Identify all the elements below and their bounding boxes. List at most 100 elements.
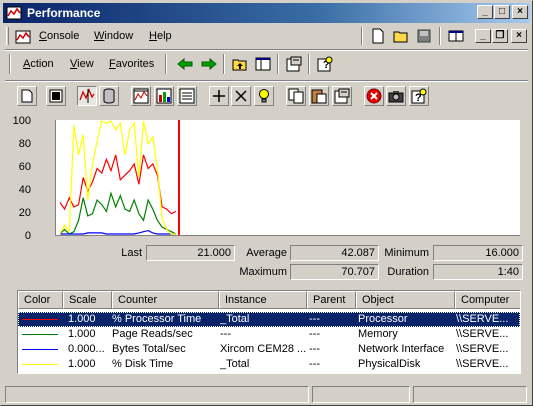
new-counter-set-icon bbox=[21, 89, 33, 103]
highlight-button[interactable] bbox=[254, 86, 274, 106]
monitor-help-button[interactable]: ? bbox=[409, 86, 429, 106]
view-histogram-button[interactable] bbox=[154, 86, 174, 106]
instance-cell: --- bbox=[220, 328, 231, 340]
header-object[interactable]: Object bbox=[356, 291, 455, 309]
action-separator bbox=[165, 54, 167, 74]
forward-button[interactable] bbox=[199, 54, 219, 74]
instance-cell: _Total bbox=[220, 313, 250, 325]
object-cell: Processor bbox=[358, 313, 408, 325]
action-divider bbox=[5, 80, 528, 82]
minimum-value: 16.000 bbox=[433, 245, 523, 261]
y-tick-0: 0 bbox=[24, 230, 31, 242]
maximum-value: 70.707 bbox=[290, 264, 379, 280]
legend-row-disk[interactable]: 1.000 % Disk Time _Total --- PhysicalDis… bbox=[18, 357, 520, 372]
save-console-button[interactable] bbox=[414, 26, 434, 46]
new-window-button[interactable] bbox=[446, 26, 466, 46]
counter-cell: % Disk Time bbox=[112, 358, 174, 370]
new-console-button[interactable] bbox=[368, 26, 388, 46]
legend-row-processor[interactable]: 1.000 % Processor Time _Total --- Proces… bbox=[18, 312, 520, 327]
color-swatch bbox=[22, 349, 58, 350]
computer-cell: \\SERVE... bbox=[456, 313, 509, 325]
last-label: Last bbox=[121, 247, 142, 259]
delete-x-icon bbox=[235, 90, 247, 102]
open-console-button[interactable] bbox=[391, 26, 411, 46]
maximize-button[interactable]: □ bbox=[494, 5, 510, 19]
action-separator-2 bbox=[223, 54, 225, 74]
header-instance[interactable]: Instance bbox=[219, 291, 307, 309]
last-value: 21.000 bbox=[146, 245, 235, 261]
legend-row-memory[interactable]: 1.000 Page Reads/sec --- --- Memory \\SE… bbox=[18, 327, 520, 342]
help-button[interactable]: ? bbox=[315, 54, 335, 74]
menu-help[interactable]: Help bbox=[149, 30, 172, 42]
graph-plot-area bbox=[59, 120, 180, 235]
menu-view[interactable]: View bbox=[70, 58, 94, 70]
mdi-minimize-button[interactable]: _ bbox=[475, 29, 491, 43]
header-color[interactable]: Color bbox=[18, 291, 63, 309]
header-scale[interactable]: Scale bbox=[63, 291, 112, 309]
view-graph-button[interactable] bbox=[131, 86, 151, 106]
paste-counter-list-button[interactable] bbox=[309, 86, 329, 106]
save-disk-icon bbox=[417, 29, 431, 43]
mdi-close-button[interactable]: × bbox=[511, 29, 527, 43]
view-current-activity-button[interactable] bbox=[77, 86, 97, 106]
stop-icon bbox=[366, 88, 382, 104]
average-label: Average bbox=[246, 247, 287, 259]
monitor-properties-button[interactable] bbox=[332, 86, 352, 106]
view-log-data-button[interactable] bbox=[99, 86, 119, 106]
minimize-button[interactable]: _ bbox=[477, 5, 493, 19]
back-button[interactable] bbox=[175, 54, 195, 74]
clear-display-icon bbox=[49, 89, 63, 103]
monitor-properties-icon bbox=[334, 88, 350, 104]
counter-cell: Page Reads/sec bbox=[112, 328, 193, 340]
series-line-1 bbox=[59, 191, 177, 235]
current-activity-icon bbox=[79, 88, 95, 103]
parent-cell: --- bbox=[309, 328, 320, 340]
mdi-restore-button[interactable]: ❐ bbox=[492, 29, 508, 43]
y-tick-80: 80 bbox=[18, 138, 31, 150]
y-tick-60: 60 bbox=[18, 161, 31, 173]
menu-favorites[interactable]: Favorites bbox=[109, 58, 154, 70]
performance-app-icon bbox=[6, 6, 22, 20]
action-separator-3 bbox=[277, 54, 279, 74]
title-bar[interactable]: Performance _ □ × bbox=[3, 3, 530, 23]
computer-cell: \\SERVE... bbox=[456, 328, 509, 340]
histogram-icon bbox=[156, 88, 172, 104]
delete-counter-button[interactable] bbox=[231, 86, 251, 106]
close-button[interactable]: × bbox=[512, 5, 528, 19]
copy-properties-button[interactable] bbox=[286, 86, 306, 106]
action-separator-4 bbox=[308, 54, 310, 74]
freeze-display-button[interactable] bbox=[364, 86, 384, 106]
properties-icon bbox=[286, 56, 302, 72]
properties-button[interactable] bbox=[284, 54, 304, 74]
performance-graph[interactable] bbox=[55, 120, 520, 236]
header-counter[interactable]: Counter bbox=[112, 291, 219, 309]
add-counter-button[interactable] bbox=[209, 86, 229, 106]
menu-console[interactable]: Console bbox=[39, 30, 79, 42]
scale-cell: 1.000 bbox=[68, 358, 96, 370]
clear-display-button[interactable] bbox=[46, 86, 66, 106]
counter-cell: % Processor Time bbox=[112, 313, 202, 325]
show-hide-tree-button[interactable] bbox=[253, 54, 273, 74]
legend-row-network[interactable]: 0.000... Bytes Total/sec Xircom CEM28 ..… bbox=[18, 342, 520, 357]
header-parent[interactable]: Parent bbox=[307, 291, 356, 309]
menu-grip bbox=[6, 27, 9, 45]
help-icon: ? bbox=[411, 88, 427, 104]
window-title: Performance bbox=[27, 6, 101, 20]
parent-cell: --- bbox=[309, 313, 320, 325]
menu-window[interactable]: Window bbox=[94, 30, 133, 42]
status-bar bbox=[3, 384, 530, 404]
new-counter-set-button[interactable] bbox=[17, 86, 37, 106]
up-one-level-button[interactable] bbox=[230, 54, 250, 74]
menu-divider bbox=[5, 49, 528, 51]
menu-separator-2 bbox=[439, 27, 441, 45]
header-computer[interactable]: Computer bbox=[455, 291, 520, 309]
menu-action[interactable]: Action bbox=[23, 58, 54, 70]
view-report-button[interactable] bbox=[177, 86, 197, 106]
update-data-button[interactable] bbox=[386, 86, 406, 106]
color-swatch bbox=[22, 364, 58, 365]
counter-legend[interactable]: Color Scale Counter Instance Parent Obje… bbox=[17, 290, 521, 374]
y-tick-40: 40 bbox=[18, 184, 31, 196]
color-swatch bbox=[22, 334, 58, 335]
console-icon[interactable] bbox=[15, 29, 31, 45]
parent-cell: --- bbox=[309, 343, 320, 355]
